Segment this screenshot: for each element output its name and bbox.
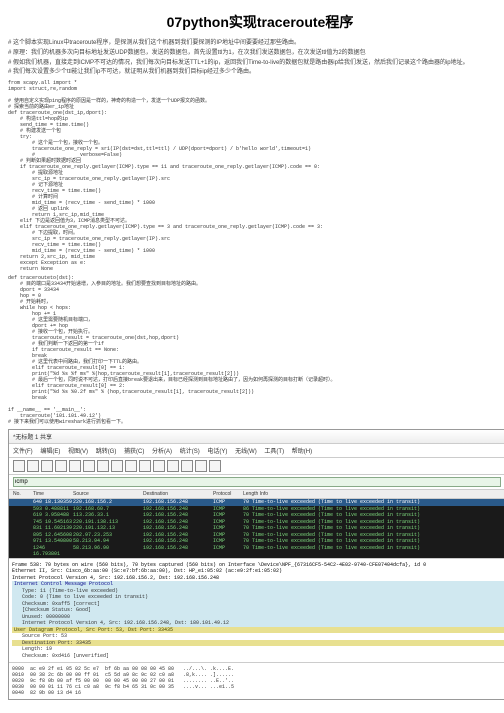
col-time[interactable]: Time xyxy=(33,491,73,497)
intro-p1: # 这个脚本实现Linux中traceroute程序，是探测从我们这个机器到我们… xyxy=(8,40,504,48)
menubar[interactable]: 文件(F) 编辑(E) 视图(V) 跳转(G) 捕获(C) 分析(A) 统计(S… xyxy=(9,444,504,458)
tool-btn[interactable] xyxy=(209,460,221,472)
page-title: 07python实现traceroute程序 xyxy=(8,12,504,32)
tool-btn[interactable] xyxy=(13,460,25,472)
detail-udp-chk: Checksum: 0xd416 [unverified] xyxy=(12,653,504,660)
tool-btn[interactable] xyxy=(83,460,95,472)
tool-btn[interactable] xyxy=(111,460,123,472)
wireshark-window: *无标题 1 共享 文件(F) 编辑(E) 视图(V) 跳转(G) 捕获(C) … xyxy=(8,429,504,700)
tool-btn[interactable] xyxy=(27,460,39,472)
hex-line: 0040 82 9b 00 13 d4 16 xyxy=(12,690,81,696)
packet-row[interactable]: 1246 16.79380158.213.96.90192.168.156.24… xyxy=(9,545,504,558)
intro-p2: # 原理：我们的机器多次向目标地址发送UDP数据包，发送的数据包，首先设置ttl… xyxy=(8,50,504,58)
menu-help[interactable]: 帮助(H) xyxy=(292,449,312,455)
intro-block: # 这个脚本实现Linux中traceroute程序，是探测从我们这个机器到我们… xyxy=(8,40,504,77)
tool-btn[interactable] xyxy=(195,460,207,472)
packet-detail[interactable]: Frame 538: 70 bytes on wire (560 bits), … xyxy=(9,558,504,663)
tool-btn[interactable] xyxy=(125,460,137,472)
col-dst[interactable]: Destination xyxy=(143,491,213,497)
filter-input[interactable] xyxy=(13,477,501,487)
toolbar xyxy=(9,458,504,475)
col-src[interactable]: Source xyxy=(73,491,143,497)
menu-wireless[interactable]: 无线(W) xyxy=(235,449,257,455)
menu-stats[interactable]: 统计(S) xyxy=(180,449,200,455)
hex-pane[interactable]: 0000 ac e9 2f e1 05 02 5c e7 bf 6b aa 00… xyxy=(9,662,504,699)
tool-btn[interactable] xyxy=(181,460,193,472)
intro-p3: # 假如我们机器，直接走到ICMP不可达的情况，我们每次向目标发送TTL+1的i… xyxy=(8,60,504,68)
tool-btn[interactable] xyxy=(41,460,53,472)
menu-file[interactable]: 文件(F) xyxy=(13,449,33,455)
menu-tools[interactable]: 工具(T) xyxy=(264,449,284,455)
menu-view[interactable]: 视图(V) xyxy=(68,449,88,455)
menu-tel[interactable]: 电话(Y) xyxy=(207,449,227,455)
tool-btn[interactable] xyxy=(167,460,179,472)
window-titlebar: *无标题 1 共享 xyxy=(9,430,504,444)
menu-analyze[interactable]: 分析(A) xyxy=(152,449,172,455)
col-info[interactable]: Length Info xyxy=(243,491,504,497)
intro-p4: # 我们每次设置多少个ttl能让我们ip不可达，就证明从我们机器到我们目标ip经… xyxy=(8,69,504,77)
tool-btn[interactable] xyxy=(97,460,109,472)
menu-edit[interactable]: 编辑(E) xyxy=(40,449,60,455)
menu-go[interactable]: 跳转(G) xyxy=(96,449,117,455)
filter-bar xyxy=(9,475,504,490)
tool-btn[interactable] xyxy=(55,460,67,472)
col-no[interactable]: No. xyxy=(13,491,33,497)
col-proto[interactable]: Protocol xyxy=(213,491,243,497)
menu-capture[interactable]: 捕获(C) xyxy=(124,449,144,455)
packet-list[interactable]: 640 18.130359220.168.156.2192.168.156.24… xyxy=(9,499,504,558)
tool-btn[interactable] xyxy=(153,460,165,472)
tool-btn[interactable] xyxy=(139,460,151,472)
packet-header: No. Time Source Destination Protocol Len… xyxy=(9,490,504,499)
code-block-1: from scapy.all import * import struct,re… xyxy=(8,80,504,272)
tool-btn[interactable] xyxy=(69,460,81,472)
code-block-2: def tracerouteto(dst): # 目的端口是33434开始递增，… xyxy=(8,275,504,425)
